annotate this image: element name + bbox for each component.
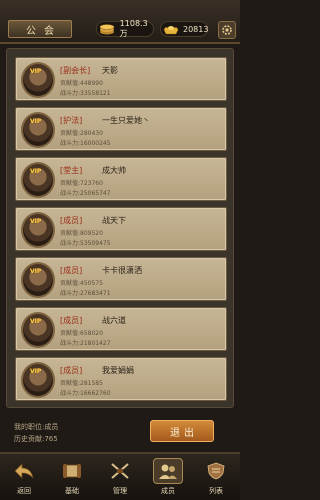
page-title: 公会 bbox=[8, 20, 72, 38]
member-name: 一生只爱她丶 bbox=[102, 116, 150, 125]
nav-back[interactable]: 返回 bbox=[2, 458, 46, 500]
ingot-resource: 20813 bbox=[160, 21, 208, 37]
member-row[interactable]: VIP [护法] 一生只爱她丶 贡献值:280430 战斗力:16000245 bbox=[15, 107, 227, 151]
member-name: 卡卡很潇洒 bbox=[102, 266, 142, 275]
nav-members-label: 成员 bbox=[161, 487, 175, 495]
nav-manage-label: 管理 bbox=[113, 487, 127, 495]
coin-amount: 1108.3万 bbox=[119, 19, 148, 38]
vip-badge: VIP bbox=[30, 118, 42, 125]
member-name: 战天下 bbox=[102, 216, 126, 225]
member-power: 战斗力:16662760 bbox=[60, 390, 111, 397]
member-power: 战斗力:53509475 bbox=[60, 240, 111, 247]
nav-list-label: 列表 bbox=[209, 487, 223, 495]
member-row[interactable]: VIP [成员] 卡卡很潇洒 贡献值:450575 战斗力:27683471 bbox=[15, 257, 227, 301]
member-rank: [护法] bbox=[60, 116, 83, 125]
member-contribution: 贡献值:448990 bbox=[60, 80, 103, 87]
nav-list[interactable]: 列表 bbox=[194, 458, 238, 500]
gold-ingot-icon bbox=[163, 22, 179, 36]
vip-badge: VIP bbox=[30, 168, 42, 175]
member-rank: [堂主] bbox=[60, 166, 83, 175]
vip-badge: VIP bbox=[30, 218, 42, 225]
member-contribution: 贡献值:280430 bbox=[60, 130, 103, 137]
member-name: 战六道 bbox=[102, 316, 126, 325]
nav-manage[interactable]: 管理 bbox=[98, 458, 142, 500]
vip-badge: VIP bbox=[30, 68, 42, 75]
member-rank: [成员] bbox=[60, 316, 83, 325]
top-bar: 公会 1108.3万 20813 bbox=[0, 0, 240, 44]
member-power: 战斗力:21801427 bbox=[60, 340, 111, 347]
member-contribution: 贡献值:658020 bbox=[60, 330, 103, 337]
member-rank: [成员] bbox=[60, 266, 83, 275]
member-name: 我爱娟娟 bbox=[102, 366, 134, 375]
member-name: 天影 bbox=[102, 66, 118, 75]
member-contribution: 贡献值:809520 bbox=[60, 230, 103, 237]
nav-basic[interactable]: 基础 bbox=[50, 458, 94, 500]
member-rank: [成员] bbox=[60, 366, 83, 375]
history-contribution: 历史贡献:765 bbox=[14, 435, 58, 443]
member-power: 战斗力:27683471 bbox=[60, 290, 111, 297]
coin-resource: 1108.3万 bbox=[96, 19, 154, 38]
nav-back-label: 返回 bbox=[17, 487, 31, 495]
member-contribution: 贡献值:281585 bbox=[60, 380, 103, 387]
member-contribution: 贡献值:450575 bbox=[60, 280, 103, 287]
shield-list-icon bbox=[201, 458, 231, 484]
members-icon bbox=[153, 458, 183, 484]
crossed-swords-icon bbox=[105, 458, 135, 484]
ingot-amount: 20813 bbox=[183, 24, 209, 34]
coin-stack-icon bbox=[99, 22, 116, 36]
member-row[interactable]: VIP [堂主] 成大帅 贡献值:723760 战斗力:25065747 bbox=[15, 157, 227, 201]
nav-members[interactable]: 成员 bbox=[146, 458, 190, 500]
vip-badge: VIP bbox=[30, 318, 42, 325]
gear-icon bbox=[222, 25, 232, 35]
member-rank: [成员] bbox=[60, 216, 83, 225]
back-arrow-icon bbox=[9, 458, 39, 484]
member-contribution: 贡献值:723760 bbox=[60, 180, 103, 187]
member-row[interactable]: VIP [成员] 战六道 贡献值:658020 战斗力:21801427 bbox=[15, 307, 227, 351]
member-power: 战斗力:33558121 bbox=[60, 90, 111, 97]
member-power: 战斗力:25065747 bbox=[60, 190, 111, 197]
member-power: 战斗力:16000245 bbox=[60, 140, 111, 147]
member-list-panel[interactable]: VIP [副会长] 天影 贡献值:448990 战斗力:33558121 VIP… bbox=[6, 48, 234, 408]
member-row[interactable]: VIP [成员] 战天下 贡献值:809520 战斗力:53509475 bbox=[15, 207, 227, 251]
member-rank: [副会长] bbox=[60, 66, 91, 75]
exit-button[interactable]: 退出 bbox=[150, 420, 214, 442]
my-position: 我的职位:成员 bbox=[14, 423, 59, 431]
bottom-nav: 返回 基础 管理 成员 列表 bbox=[0, 452, 240, 500]
nav-basic-label: 基础 bbox=[65, 487, 79, 495]
scroll-icon bbox=[57, 458, 87, 484]
member-name: 成大帅 bbox=[102, 166, 126, 175]
vip-badge: VIP bbox=[30, 268, 42, 275]
vip-badge: VIP bbox=[30, 368, 42, 375]
member-row[interactable]: VIP [成员] 我爱娟娟 贡献值:281585 战斗力:16662760 bbox=[15, 357, 227, 401]
settings-button[interactable] bbox=[218, 21, 236, 39]
member-row[interactable]: VIP [副会长] 天影 贡献值:448990 战斗力:33558121 bbox=[15, 57, 227, 101]
